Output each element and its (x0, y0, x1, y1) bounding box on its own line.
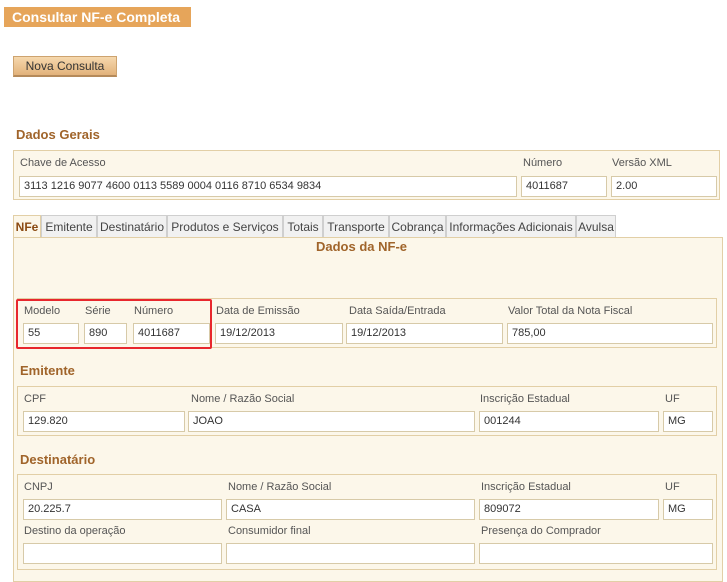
emitente-name-label: Nome / Razão Social (191, 393, 295, 405)
xml-version-label: Versão XML (612, 157, 672, 169)
access-key-field[interactable]: 3113 1216 9077 4600 0113 5589 0004 0116 … (19, 176, 517, 197)
tab-cobranca[interactable]: Cobrança (389, 215, 446, 237)
destinatario-uf-label: UF (665, 481, 680, 493)
total-value-label: Valor Total da Nota Fiscal (508, 305, 633, 317)
number-field[interactable]: 4011687 (521, 176, 607, 197)
exit-date-field[interactable]: 19/12/2013 (346, 323, 503, 344)
highlight-box (16, 299, 212, 349)
tab-nfe[interactable]: NFe (13, 215, 41, 237)
issue-date-field[interactable]: 19/12/2013 (215, 323, 343, 344)
destinatario-ie-label: Inscrição Estadual (481, 481, 571, 493)
destinatario-name-field[interactable]: CASA (226, 499, 475, 520)
destination-label: Destino da operação (24, 525, 126, 537)
issue-date-label: Data de Emissão (216, 305, 300, 317)
emitente-uf-label: UF (665, 393, 680, 405)
page-title: Consultar NF-e Completa (4, 7, 191, 27)
cpf-label: CPF (24, 393, 46, 405)
exit-date-label: Data Saída/Entrada (349, 305, 446, 317)
emitente-title: Emitente (20, 363, 75, 378)
emitente-ie-field[interactable]: 001244 (479, 411, 659, 432)
buyer-presence-field[interactable] (479, 543, 713, 564)
tab-produtos-servicos[interactable]: Produtos e Serviços (167, 215, 283, 237)
tab-emitente[interactable]: Emitente (41, 215, 97, 237)
final-consumer-label: Consumidor final (228, 525, 311, 537)
general-data-title: Dados Gerais (16, 127, 100, 142)
nfe-title: Dados da NF-e (316, 239, 408, 254)
cpf-field[interactable]: 129.820 (23, 411, 185, 432)
new-query-button[interactable]: Nova Consulta (13, 56, 117, 77)
final-consumer-field[interactable] (226, 543, 475, 564)
destinatario-uf-field[interactable]: MG (663, 499, 713, 520)
tab-transporte[interactable]: Transporte (323, 215, 389, 237)
destinatario-name-label: Nome / Razão Social (228, 481, 332, 493)
emitente-panel: CPF 129.820 Nome / Razão Social JOAO Ins… (17, 386, 717, 436)
xml-version-field[interactable]: 2.00 (611, 176, 717, 197)
destination-field[interactable] (23, 543, 222, 564)
tab-avulsa[interactable]: Avulsa (576, 215, 616, 237)
tab-destinatario[interactable]: Destinatário (97, 215, 167, 237)
cnpj-label: CNPJ (24, 481, 53, 493)
total-value-field[interactable]: 785,00 (507, 323, 713, 344)
destinatario-panel: CNPJ 20.225.7 Nome / Razão Social CASA I… (17, 474, 717, 570)
emitente-ie-label: Inscrição Estadual (480, 393, 570, 405)
tab-informacoes-adicionais[interactable]: Informações Adicionais (446, 215, 576, 237)
tab-totais[interactable]: Totais (283, 215, 323, 237)
emitente-name-field[interactable]: JOAO (188, 411, 475, 432)
cnpj-field[interactable]: 20.225.7 (23, 499, 222, 520)
destinatario-ie-field[interactable]: 809072 (479, 499, 659, 520)
general-data-panel: Chave de Acesso 3113 1216 9077 4600 0113… (13, 150, 720, 200)
access-key-label: Chave de Acesso (20, 157, 106, 169)
buyer-presence-label: Presença do Comprador (481, 525, 601, 537)
destinatario-title: Destinatário (20, 452, 96, 467)
number-label: Número (523, 157, 563, 169)
emitente-uf-field[interactable]: MG (663, 411, 713, 432)
